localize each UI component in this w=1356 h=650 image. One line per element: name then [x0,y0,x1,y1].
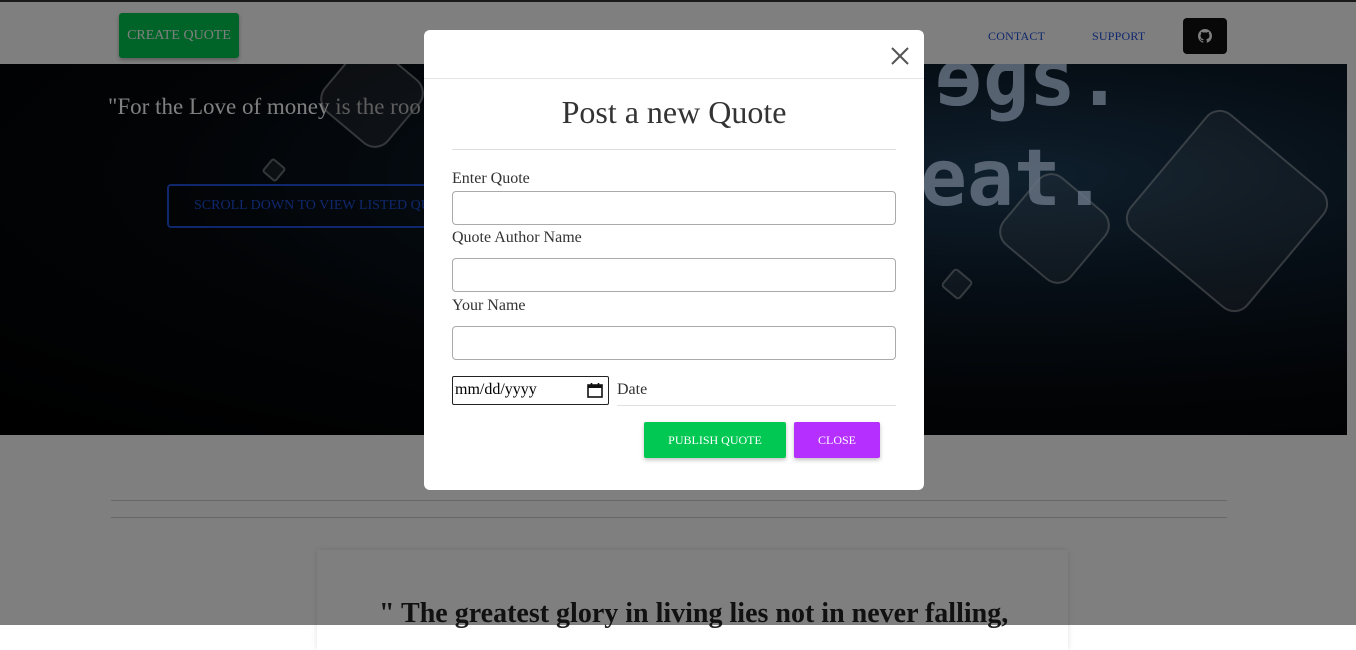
modal-header [424,30,924,79]
divider [452,149,896,150]
modal-title: Post a new Quote [561,94,787,130]
date-placeholder: mm/dd/yyyy [455,381,537,398]
your-name-label: Your Name [452,297,526,314]
divider [617,405,896,406]
quote-input[interactable] [452,191,896,225]
author-label: Quote Author Name [452,229,582,246]
date-input[interactable]: mm/dd/yyyy [452,376,609,405]
close-button[interactable]: CLOSE [794,422,880,458]
author-input[interactable] [452,258,896,292]
quote-label: Enter Quote [452,170,530,187]
your-name-input[interactable] [452,326,896,360]
calendar-icon[interactable] [587,382,603,398]
date-label: Date [617,381,648,398]
close-icon[interactable] [888,44,912,68]
post-quote-modal: Post a new Quote Enter Quote Quote Autho… [424,30,924,490]
publish-quote-button[interactable]: PUBLISH QUOTE [644,422,786,458]
